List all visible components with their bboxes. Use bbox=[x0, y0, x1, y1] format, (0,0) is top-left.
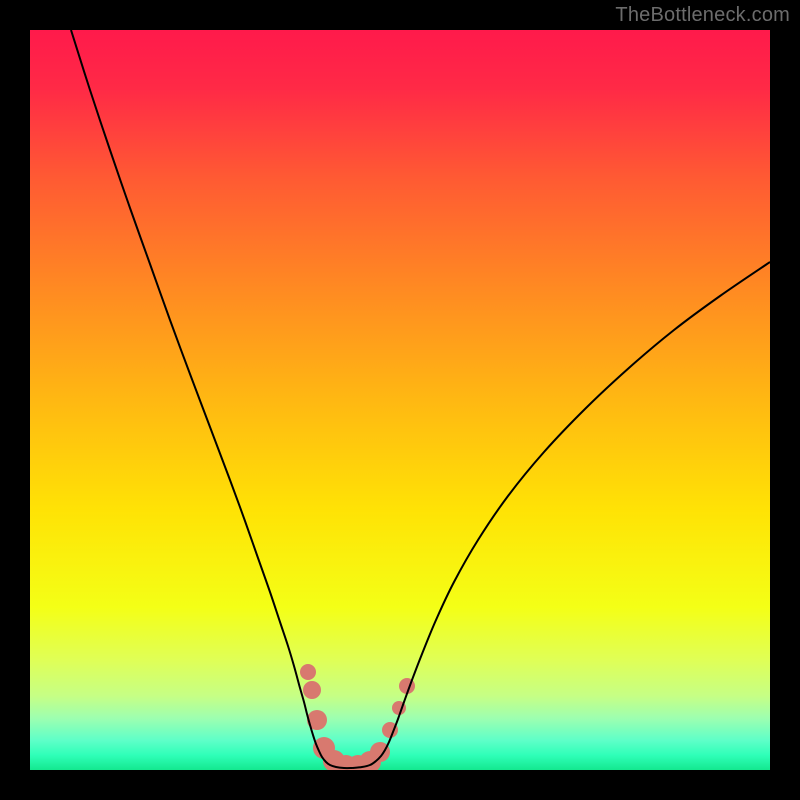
curve-left-branch bbox=[71, 30, 352, 768]
marker-dot bbox=[300, 664, 316, 680]
chart-plot-area bbox=[30, 30, 770, 770]
marker-dot bbox=[303, 681, 321, 699]
chart-frame: TheBottleneck.com bbox=[0, 0, 800, 800]
watermark-text: TheBottleneck.com bbox=[615, 4, 790, 27]
chart-curve-layer bbox=[30, 30, 770, 770]
curve-right-branch bbox=[352, 262, 770, 768]
